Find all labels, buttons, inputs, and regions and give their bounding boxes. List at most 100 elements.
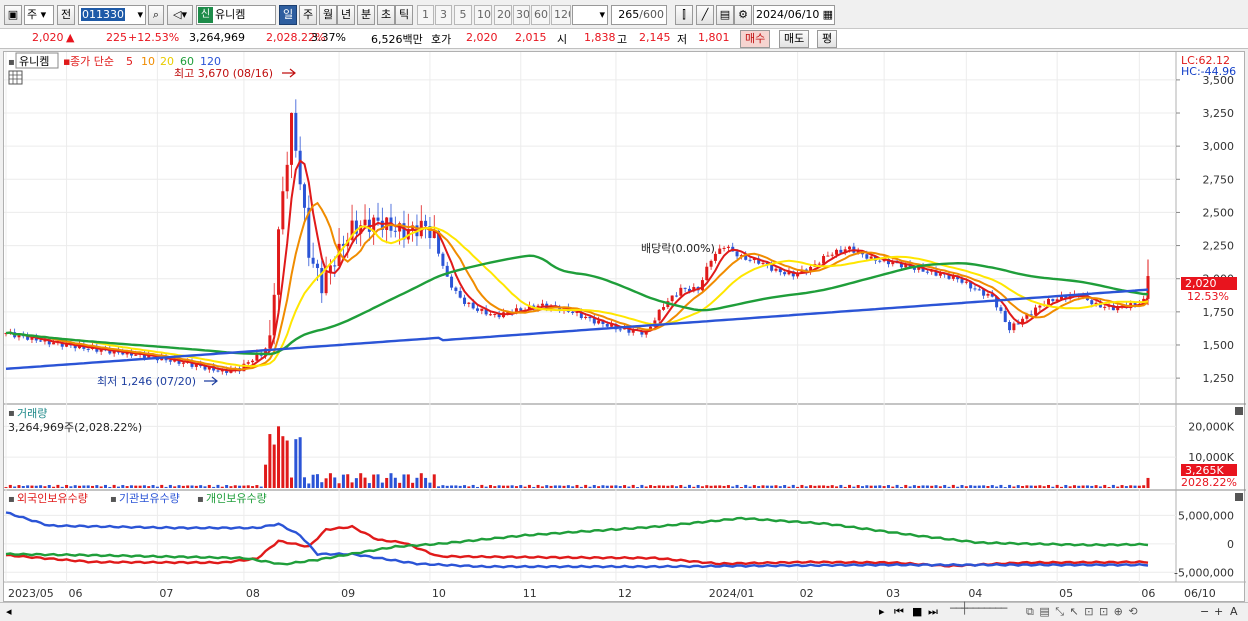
minute-tab-10[interactable]: 10 [474, 5, 492, 25]
table-grid-icon[interactable] [8, 70, 23, 85]
layout-icon[interactable]: ▤ [716, 5, 734, 25]
up-arrow-icon: ▲ [66, 31, 75, 44]
scroll-bar[interactable]: ◂ ▸ ⏮ ■ ⏭ ──┼─────── ⧉ ▤ ⤡ ↖ ⊡ ⊡ ⊕ ⟲ − +… [0, 602, 1248, 621]
holding-panel-close-icon[interactable] [1235, 493, 1243, 501]
volume-bar [731, 486, 735, 488]
legend-institution[interactable]: 기관보유수량 [119, 492, 180, 505]
prev-button[interactable]: 전 [57, 5, 75, 25]
x-axis-label: 02 [800, 587, 814, 600]
volume-bar [532, 486, 536, 488]
count-field[interactable]: 265/600 [611, 5, 667, 25]
volume-bar [757, 486, 761, 488]
volume-panel-title[interactable]: 거래량 [17, 407, 47, 420]
ma-legend-label[interactable]: 종가 단순 [70, 55, 114, 68]
period-tab-3[interactable]: 년 [337, 5, 355, 25]
window-menu-icon[interactable]: ▣ [4, 5, 22, 25]
chart-area[interactable]: 3,5003,2503,0002,7502,5002,2502,0001,750… [3, 51, 1246, 603]
volume-bar [151, 485, 155, 488]
code-input[interactable]: 011330 ▾ [78, 5, 146, 25]
zoom-slider[interactable]: ──┼─────── [950, 602, 1007, 615]
zoom-out-icon[interactable]: − [1200, 605, 1209, 618]
volume-panel-close-icon[interactable] [1235, 407, 1243, 415]
ma-legend-20[interactable]: 20 [160, 55, 174, 68]
volume-bar [990, 485, 994, 488]
volume-bar [39, 485, 43, 488]
volume-bar [350, 482, 354, 488]
volume-bar [969, 485, 973, 488]
price-tick-label: 3,250 [1203, 107, 1235, 120]
volume-bar [748, 486, 752, 488]
buy-button[interactable]: 매수 [740, 30, 771, 48]
scroll-right-icon[interactable]: ▸ [879, 605, 885, 618]
minute-tab-3[interactable]: 3 [435, 5, 452, 25]
period-tab-4[interactable]: 분 [357, 5, 375, 25]
candle-body [298, 150, 302, 185]
period-tab-1[interactable]: 주 [299, 5, 317, 25]
volume-bar [856, 485, 860, 488]
volume-bar [618, 486, 622, 488]
candle-body [216, 370, 220, 372]
period-tab-0[interactable]: 일 [279, 5, 297, 25]
volume-bar [259, 486, 263, 488]
chart-svg[interactable]: 3,5003,2503,0002,7502,5002,2502,0001,750… [4, 52, 1246, 603]
stop-icon[interactable]: ■ [912, 605, 922, 618]
code-dropdown-icon[interactable]: ▾ [137, 6, 143, 24]
period-tab-6[interactable]: 틱 [395, 5, 413, 25]
scroll-left-icon[interactable]: ◂ [6, 605, 12, 618]
calendar-icon[interactable]: ▦ [823, 6, 833, 24]
volume-bar [627, 486, 631, 488]
volume-bar [1111, 484, 1115, 488]
volume-bar [398, 482, 402, 488]
date-field[interactable]: 2024/06/10 ▦ [753, 5, 835, 25]
candle-body [1133, 303, 1137, 305]
eval-button[interactable]: 평 [817, 30, 838, 48]
volume-bar [506, 485, 510, 488]
ma-120-line [5, 288, 1149, 370]
period-tab-5[interactable]: 초 [377, 5, 395, 25]
high-marker-arrow-icon [282, 68, 296, 78]
volume-bar [484, 486, 488, 488]
volume-bar [943, 484, 947, 488]
volume-bar [242, 485, 246, 488]
panel-bullet-icon: ▪ [8, 57, 15, 68]
candle-body [134, 354, 138, 356]
volume-bar [960, 485, 964, 488]
volume-bar [796, 486, 800, 488]
settings-icon[interactable]: ⚙ [734, 5, 752, 25]
zoom-in-icon[interactable]: + [1214, 605, 1223, 618]
volume-bar [718, 485, 722, 488]
sound-icon[interactable]: ◁▾ [167, 5, 193, 25]
legend-individual[interactable]: 개인보유수량 [206, 492, 267, 505]
volume-bar [735, 484, 739, 488]
volume-bar [1003, 487, 1007, 488]
tools-icons[interactable]: ⧉ ▤ ⤡ ↖ ⊡ ⊡ ⊕ ⟲ [1026, 605, 1139, 619]
candle-icon[interactable]: ⫿ [675, 5, 693, 25]
minute-tab-120[interactable]: 120 [551, 5, 571, 25]
volume-bar [311, 474, 315, 488]
period-tab-2[interactable]: 월 [319, 5, 337, 25]
count-total: /600 [639, 8, 664, 21]
candle-body [584, 316, 588, 319]
minute-tab-1[interactable]: 1 [417, 5, 434, 25]
sell-button[interactable]: 매도 [779, 30, 810, 48]
forward-icon[interactable]: ⏭ [928, 605, 938, 619]
candle-body [735, 251, 739, 257]
stock-name-field[interactable]: 신 유니켐 [196, 5, 276, 25]
minute-tab-30[interactable]: 30 [513, 5, 530, 25]
ma-legend-10[interactable]: 10 [141, 55, 155, 68]
market-select[interactable]: 주 ▾ [24, 5, 54, 25]
legend-foreign[interactable]: 외국인보유수량 [17, 492, 88, 505]
interval-select[interactable]: ▾ [572, 5, 608, 25]
volume-bar [519, 485, 523, 488]
draw-line-icon[interactable]: ╱ [696, 5, 714, 25]
ma-legend-5[interactable]: 5 [126, 55, 133, 68]
volume-bar [501, 485, 505, 488]
minute-tab-60[interactable]: 60 [531, 5, 550, 25]
high-label: 고 [617, 33, 628, 46]
minute-tab-20[interactable]: 20 [494, 5, 512, 25]
search-icon[interactable]: ⌕ [148, 5, 164, 25]
rewind-icon[interactable]: ⏮ [894, 605, 904, 619]
minute-tab-5[interactable]: 5 [454, 5, 472, 25]
candle-body [774, 268, 778, 271]
font-size-icon[interactable]: A [1230, 605, 1238, 618]
